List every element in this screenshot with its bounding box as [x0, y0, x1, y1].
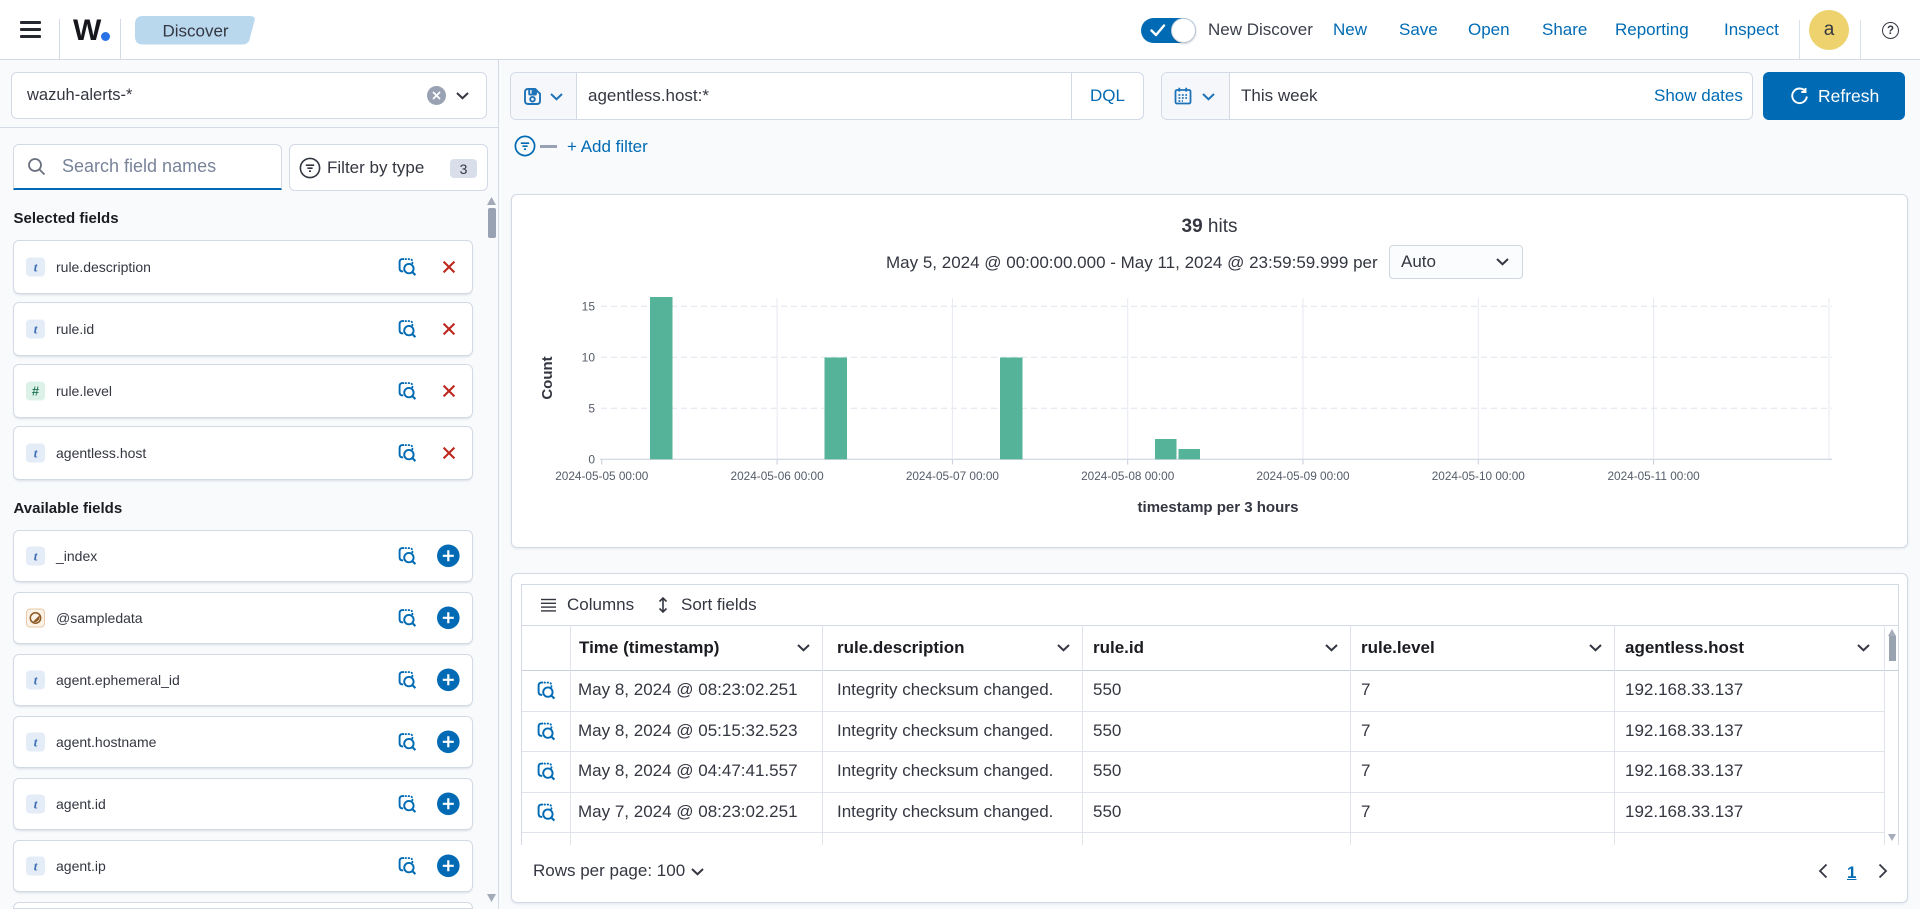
svg-text:10: 10: [582, 351, 596, 365]
svg-text:2024-05-06 00:00: 2024-05-06 00:00: [731, 469, 825, 483]
svg-text:2024-05-11 00:00: 2024-05-11 00:00: [1607, 469, 1700, 483]
svg-text:0: 0: [588, 453, 595, 467]
svg-text:Discover: Discover: [162, 21, 228, 40]
svg-text:timestamp per 3 hours: timestamp per 3 hours: [1138, 499, 1299, 516]
svg-text:2024-05-05 00:00: 2024-05-05 00:00: [555, 469, 649, 483]
svg-text:5: 5: [588, 402, 595, 416]
svg-text:2024-05-08 00:00: 2024-05-08 00:00: [1081, 469, 1175, 483]
svg-text:Count: Count: [539, 356, 556, 399]
svg-text:2024-05-07 00:00: 2024-05-07 00:00: [906, 469, 1000, 483]
svg-text:2024-05-10 00:00: 2024-05-10 00:00: [1432, 469, 1526, 483]
svg-text:2024-05-09 00:00: 2024-05-09 00:00: [1256, 469, 1350, 483]
svg-text:15: 15: [582, 300, 596, 314]
